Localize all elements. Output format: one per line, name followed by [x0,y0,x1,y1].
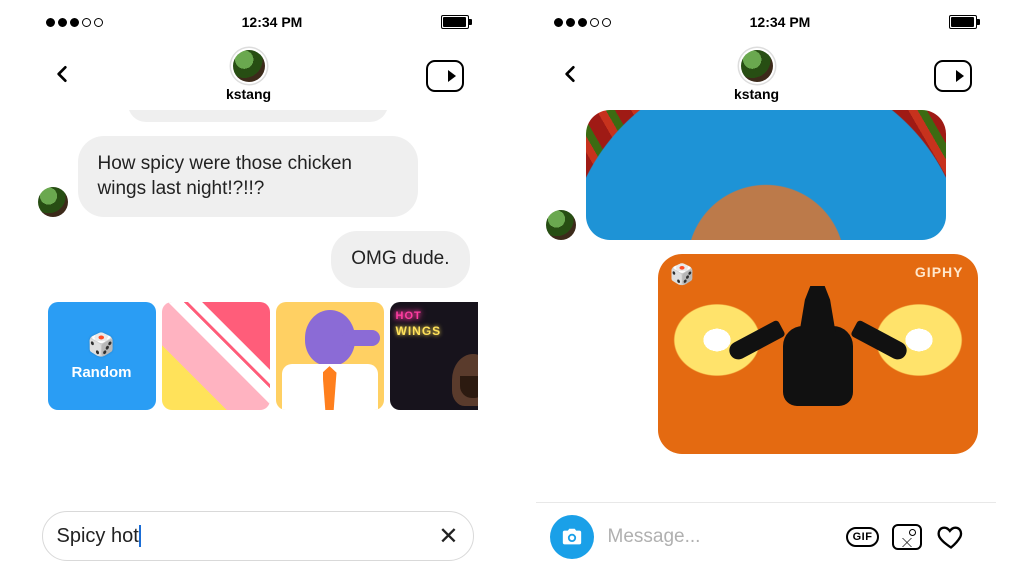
gif-search-input[interactable]: Spicy hot ✕ [42,511,474,561]
message-row-incoming: How spicy were those chicken wings last … [38,136,478,217]
avatar[interactable] [741,50,773,82]
gif-tile-3[interactable]: HOT WINGS [390,302,478,410]
chat-body: How spicy were those chicken wings last … [28,110,488,501]
message-placeholder: Message... [608,526,836,548]
text-cursor [139,525,141,547]
incoming-message-bubble[interactable]: How spicy were those chicken wings last … [78,136,418,217]
phone-left-screenshot: 12:34 PM kstang How spicy were those chi… [28,0,488,575]
message-row-outgoing: OMG dude. [38,231,478,288]
clear-search-button[interactable]: ✕ [438,522,458,551]
sender-avatar[interactable] [38,187,68,217]
battery-icon [441,15,469,29]
message-input[interactable]: Message... GIF [604,513,982,561]
like-button[interactable] [934,520,968,554]
phone-right-screenshot: 12:34 PM kstang 🎲 GIPHY [536,0,996,575]
outgoing-message-bubble[interactable]: OMG dude. [331,231,469,288]
gif-tile-random[interactable]: 🎲 Random [48,302,156,410]
signal-strength-icon [46,18,103,27]
status-time: 12:34 PM [750,14,811,30]
signal-strength-icon [554,18,611,27]
gallery-icon [892,524,922,550]
sender-avatar[interactable] [546,210,576,240]
status-bar: 12:34 PM [536,0,996,36]
dice-icon: 🎲 [88,332,115,358]
previous-message-peek [38,110,478,122]
video-call-button[interactable] [934,60,972,92]
gif-search-bar: Spicy hot ✕ [28,501,488,575]
battery-icon [949,15,977,29]
gif-button[interactable]: GIF [846,520,880,554]
status-time: 12:34 PM [242,14,303,30]
back-button[interactable] [560,61,580,92]
chat-username[interactable]: kstang [734,86,779,102]
chat-username[interactable]: kstang [226,86,271,102]
gallery-button[interactable] [890,520,924,554]
giphy-watermark: GIPHY [915,264,964,280]
gif-tile-2[interactable] [276,302,384,410]
dice-icon: 🎲 [670,262,695,287]
gif-search-value: Spicy hot [57,525,429,548]
chat-body: 🎲 GIPHY [536,110,996,502]
gif-tray[interactable]: 🎲 Random HOT WINGS [38,302,478,414]
outgoing-gif-message[interactable]: 🎲 GIPHY [658,254,978,454]
chat-header: kstang [536,36,996,110]
status-bar: 12:34 PM [28,0,488,36]
avatar[interactable] [233,50,265,82]
video-call-button[interactable] [426,60,464,92]
chat-header: kstang [28,36,488,110]
message-input-bar: Message... GIF [536,503,996,575]
back-button[interactable] [52,61,72,92]
camera-button[interactable] [550,515,594,559]
gif-tile-random-label: Random [72,364,132,381]
incoming-gif-message[interactable] [586,110,946,240]
gif-tile-1[interactable] [162,302,270,410]
message-row-incoming-media [546,110,986,240]
message-row-outgoing-media: 🎲 GIPHY [546,254,986,454]
